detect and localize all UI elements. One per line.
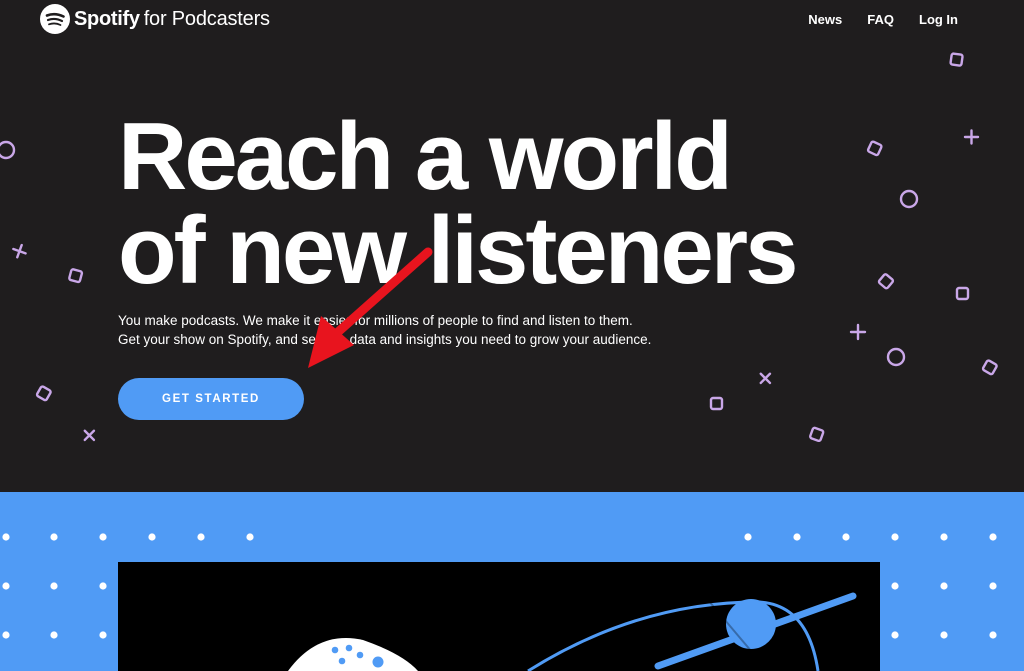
nav-login-link[interactable]: Log In: [919, 12, 958, 27]
deco-circle-icon: [0, 140, 16, 160]
hero-headline: Reach a world of new listeners: [118, 103, 838, 304]
illustration-band: [0, 492, 1024, 671]
deco-square-icon: [877, 273, 895, 290]
nav-faq-link[interactable]: FAQ: [867, 12, 894, 27]
deco-square-icon: [949, 52, 964, 67]
deco-circle-icon: [886, 347, 906, 367]
deco-square-icon: [955, 286, 970, 301]
hero-description: You make podcasts. We make it easier for…: [118, 311, 678, 349]
spotify-logo[interactable]: Spotify for Podcasters: [40, 4, 270, 34]
brand-subtitle: for Podcasters: [143, 7, 270, 30]
brand-name: Spotify: [74, 7, 140, 30]
deco-square-icon: [809, 426, 825, 443]
deco-square-icon: [709, 396, 724, 411]
deco-circle-icon: [899, 189, 919, 209]
deco-square-icon: [981, 359, 998, 376]
planet-illustration-icon: [288, 592, 857, 671]
deco-cross-icon: [12, 243, 27, 259]
headline-line-1: Reach a world: [118, 103, 733, 210]
illustration-panel: [118, 562, 880, 671]
deco-cross-icon: [83, 429, 96, 442]
description-line-2: Get your show on Spotify, and see the da…: [118, 332, 652, 347]
deco-cross-icon: [759, 372, 772, 385]
deco-cross-icon: [963, 129, 980, 145]
top-nav: News FAQ Log In: [808, 12, 958, 27]
deco-square-icon: [35, 385, 52, 402]
deco-square-icon: [68, 268, 84, 284]
deco-cross-icon: [849, 323, 867, 341]
deco-square-icon: [866, 140, 883, 157]
nav-news-link[interactable]: News: [808, 12, 842, 27]
get-started-button[interactable]: GET STARTED: [118, 378, 304, 420]
hero-section: Spotify for Podcasters News FAQ Log In R…: [0, 0, 1024, 492]
headline-line-2: of new listeners: [118, 197, 799, 304]
description-line-1: You make podcasts. We make it easier for…: [118, 313, 633, 328]
spotify-logo-icon: [40, 4, 70, 34]
